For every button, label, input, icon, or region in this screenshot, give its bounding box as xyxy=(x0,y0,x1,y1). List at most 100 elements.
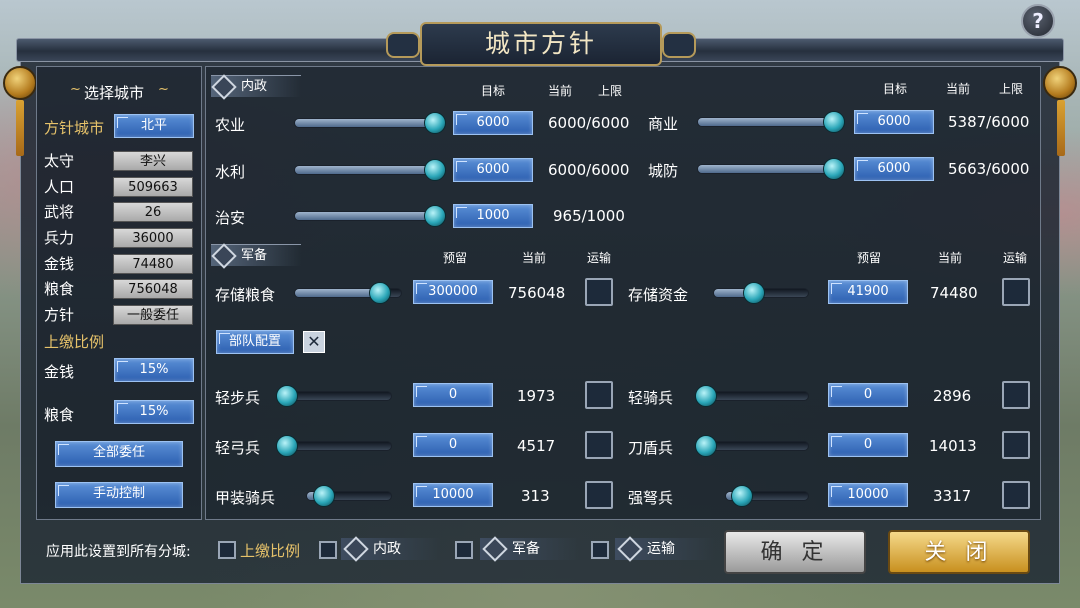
troop-row-label: 轻步兵 xyxy=(215,389,261,407)
domestic-target-input[interactable]: 6000 xyxy=(453,158,533,182)
delegate-all-button[interactable]: 全部委任 xyxy=(55,441,183,467)
troop-slider-track[interactable] xyxy=(276,435,392,457)
troop-reserve-input[interactable]: 0 xyxy=(413,383,493,407)
storage-transport-checkbox[interactable] xyxy=(585,278,613,306)
domestic-current-value: 965/1000 xyxy=(553,207,625,225)
troop-slider-thumb[interactable] xyxy=(695,385,717,407)
apply-domestic-text: 内政 xyxy=(373,541,401,557)
domestic-slider-fill xyxy=(295,166,435,174)
col-limit: 上限 xyxy=(999,82,1024,96)
domestic-slider-track[interactable] xyxy=(294,205,446,227)
troop-row-label: 刀盾兵 xyxy=(628,439,674,457)
troop-slider-thumb[interactable] xyxy=(276,435,298,457)
storage-row-label: 存储资金 xyxy=(628,286,689,304)
domestic-slider-track[interactable] xyxy=(294,112,446,134)
stat-value: 509663 xyxy=(113,177,193,197)
military-icon xyxy=(211,243,237,269)
help-button[interactable]: ? xyxy=(1021,4,1055,38)
troop-slider-track[interactable] xyxy=(695,435,809,457)
header-ornament-icon: ~ xyxy=(70,82,81,97)
apply-military-text: 军备 xyxy=(512,541,540,557)
manual-control-button[interactable]: 手动控制 xyxy=(55,482,183,508)
troop-slider-track[interactable] xyxy=(276,385,392,407)
troop-slider-track[interactable] xyxy=(725,485,809,507)
troop-transport-checkbox[interactable] xyxy=(585,381,613,409)
domestic-slider-thumb[interactable] xyxy=(823,111,845,133)
troop-slider-track[interactable] xyxy=(306,485,392,507)
troop-config-button[interactable]: 部队配置 xyxy=(216,330,294,354)
troop-current-value: 2896 xyxy=(933,387,972,405)
troop-transport-checkbox[interactable] xyxy=(585,481,613,509)
domestic-slider-track[interactable] xyxy=(697,158,845,180)
apply-military-checkbox[interactable] xyxy=(455,541,473,559)
col-target: 目标 xyxy=(481,84,506,98)
troop-transport-checkbox[interactable] xyxy=(1002,481,1030,509)
troop-transport-checkbox[interactable] xyxy=(1002,431,1030,459)
troop-row-label: 甲装骑兵 xyxy=(215,489,276,507)
troop-current-value: 3317 xyxy=(933,487,972,505)
apply-all-label: 应用此设置到所有分城: xyxy=(46,544,191,560)
stat-label: 太守 xyxy=(44,152,75,170)
col-reserve: 预留 xyxy=(443,251,468,265)
tax-gold-button[interactable]: 15% xyxy=(114,358,194,382)
storage-transport-checkbox[interactable] xyxy=(1002,278,1030,306)
military-section-header: 军备 xyxy=(211,243,301,269)
stat-label: 武将 xyxy=(44,203,75,221)
stat-value: 26 xyxy=(113,202,193,222)
domestic-slider-thumb[interactable] xyxy=(424,205,446,227)
tax-food-button[interactable]: 15% xyxy=(114,400,194,424)
stat-label: 金钱 xyxy=(44,255,75,273)
domestic-target-input[interactable]: 6000 xyxy=(854,157,934,181)
domestic-slider-track[interactable] xyxy=(697,111,845,133)
storage-current-value: 756048 xyxy=(508,284,566,302)
domestic-current-value: 6000/6000 xyxy=(548,161,630,179)
troop-slider-thumb[interactable] xyxy=(312,485,335,507)
domestic-target-input[interactable]: 6000 xyxy=(854,110,934,134)
city-select-button[interactable]: 北平 xyxy=(114,114,194,138)
apply-domestic-label: 内政 xyxy=(341,536,441,562)
stat-label: 人口 xyxy=(44,178,75,196)
troop-slider-track[interactable] xyxy=(695,385,809,407)
domestic-current-value: 5663/6000 xyxy=(948,160,1030,178)
storage-slider-track[interactable] xyxy=(294,282,402,304)
troop-transport-checkbox[interactable] xyxy=(1002,381,1030,409)
stat-value: 756048 xyxy=(113,279,193,299)
troop-row-label: 轻骑兵 xyxy=(628,389,674,407)
domestic-icon xyxy=(211,74,237,100)
apply-tax-checkbox[interactable] xyxy=(218,541,236,559)
domestic-slider-thumb[interactable] xyxy=(424,159,446,181)
troop-reserve-input[interactable]: 0 xyxy=(413,433,493,457)
confirm-button[interactable]: 确 定 xyxy=(724,530,866,574)
domestic-target-input[interactable]: 6000 xyxy=(453,111,533,135)
storage-reserve-input[interactable]: 300000 xyxy=(413,280,493,304)
apply-domestic-checkbox[interactable] xyxy=(319,541,337,559)
domestic-current-value: 5387/6000 xyxy=(948,113,1030,131)
troop-reserve-input[interactable]: 10000 xyxy=(413,483,493,507)
troop-current-value: 1973 xyxy=(517,387,556,405)
close-troop-config-icon[interactable]: ✕ xyxy=(303,331,325,353)
domestic-slider-thumb[interactable] xyxy=(823,158,845,180)
transport-icon xyxy=(617,536,643,562)
troop-reserve-input[interactable]: 10000 xyxy=(828,483,908,507)
stat-label: 方针 xyxy=(44,306,75,324)
troop-transport-checkbox[interactable] xyxy=(585,431,613,459)
close-button[interactable]: 关 闭 xyxy=(888,530,1030,574)
storage-reserve-input[interactable]: 41900 xyxy=(828,280,908,304)
apply-transport-checkbox[interactable] xyxy=(591,541,609,559)
domestic-row-label: 农业 xyxy=(215,116,246,134)
select-city-header: 选择城市 xyxy=(84,84,145,102)
troop-slider-thumb[interactable] xyxy=(276,385,298,407)
col-transport: 运输 xyxy=(587,251,612,265)
domestic-slider-track[interactable] xyxy=(294,159,446,181)
troop-reserve-input[interactable]: 0 xyxy=(828,383,908,407)
domestic-slider-thumb[interactable] xyxy=(424,112,446,134)
storage-current-value: 74480 xyxy=(930,284,978,302)
domestic-slider-fill xyxy=(295,119,435,127)
storage-slider-track[interactable] xyxy=(713,282,809,304)
troop-slider-thumb[interactable] xyxy=(695,435,717,457)
col-current: 当前 xyxy=(548,84,573,98)
domestic-target-input[interactable]: 1000 xyxy=(453,204,533,228)
troop-reserve-input[interactable]: 0 xyxy=(828,433,908,457)
domestic-row-label: 城防 xyxy=(648,162,679,180)
storage-slider-thumb[interactable] xyxy=(368,282,391,304)
